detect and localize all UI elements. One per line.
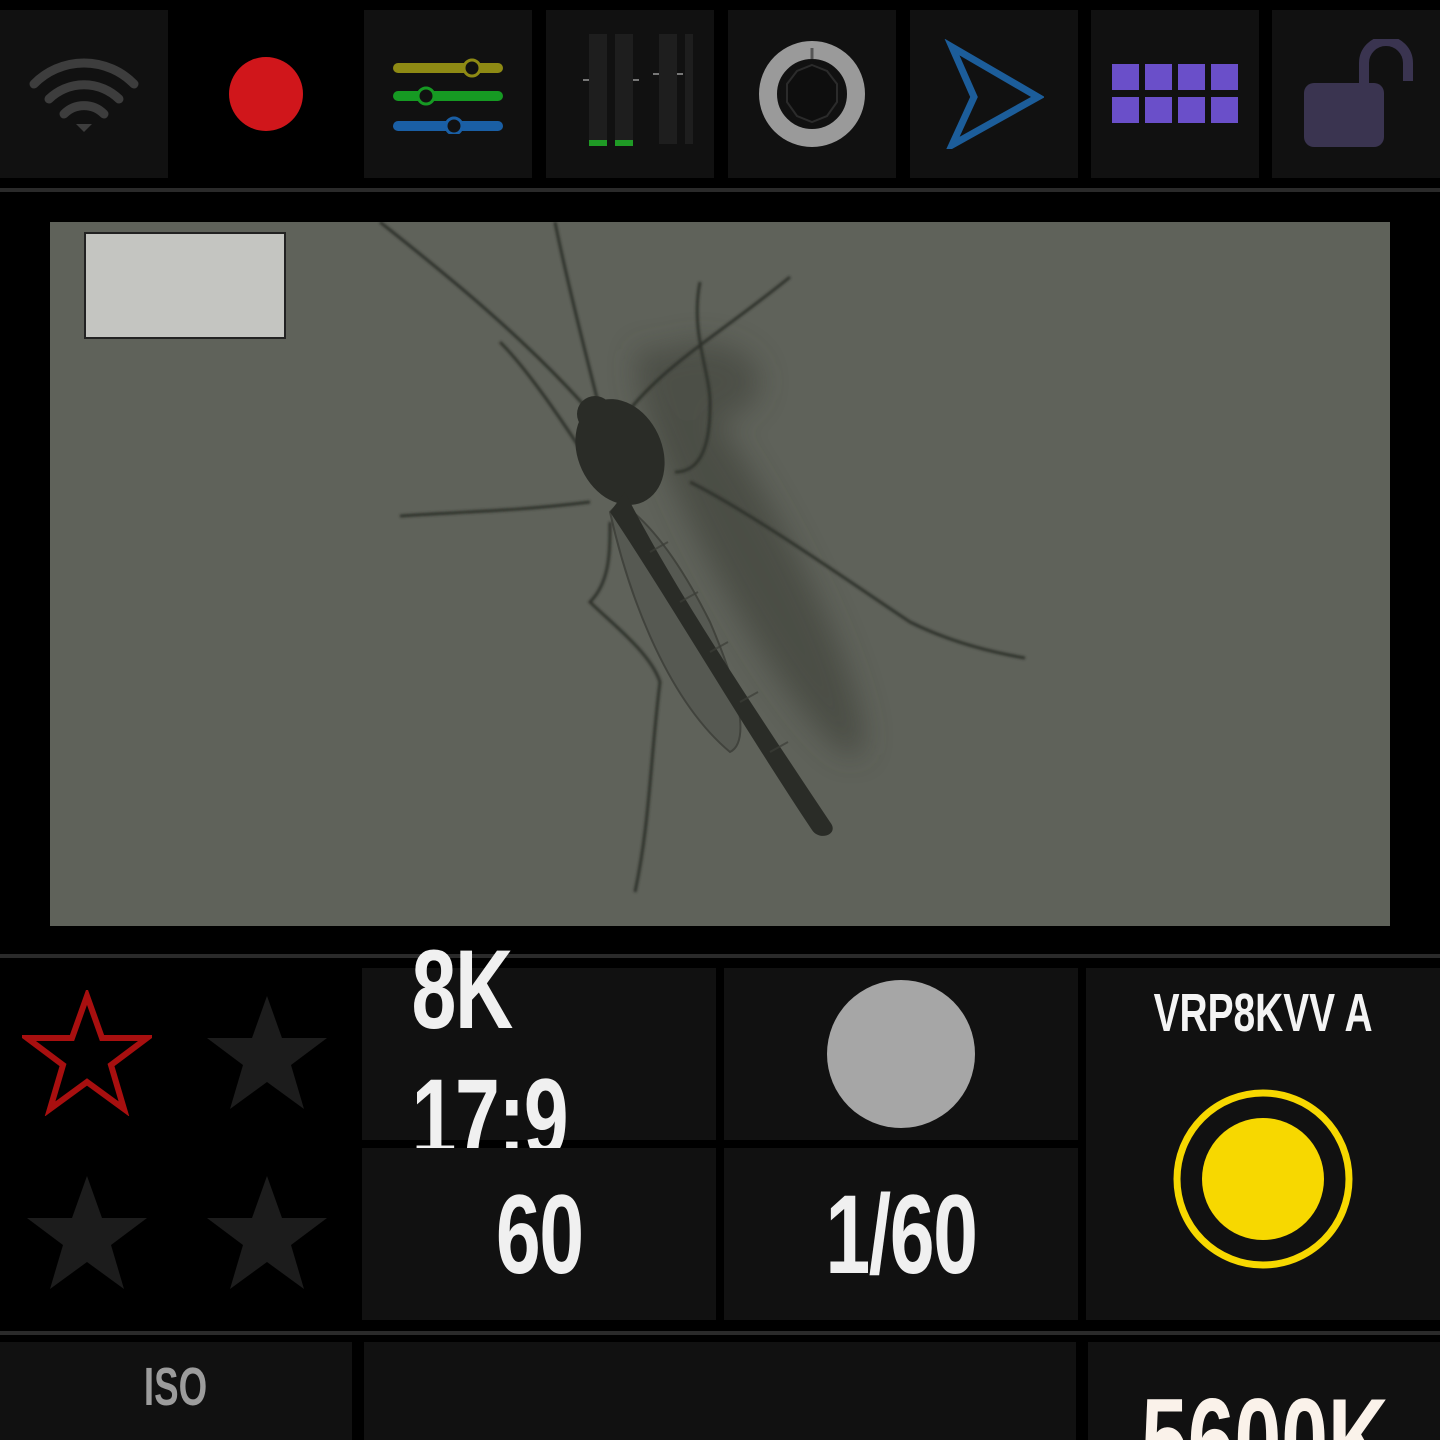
lens-button[interactable]: [728, 10, 896, 178]
thumbnail-overlay[interactable]: [84, 232, 286, 339]
record-icon: [229, 57, 303, 131]
white-balance-tile[interactable]: 5600K: [1088, 1342, 1440, 1440]
navigate-button[interactable]: [910, 10, 1078, 178]
wifi-button[interactable]: [0, 10, 168, 178]
star-icon: [207, 996, 327, 1109]
audio-meters-button[interactable]: [546, 10, 714, 178]
grid-icon: [1112, 64, 1238, 123]
framerate-value: 60: [495, 1171, 584, 1297]
white-balance-value: 5600K: [1141, 1372, 1389, 1440]
settings-divider: [0, 1331, 1440, 1335]
unlock-icon: [1304, 39, 1413, 147]
sliders-icon: [393, 58, 503, 134]
camera-select-tile[interactable]: VRP8KVV A: [1086, 968, 1440, 1320]
camera-name: VRP8KVV A: [1153, 983, 1373, 1043]
star-rating-3[interactable]: [12, 1158, 162, 1308]
resolution-tile[interactable]: 8K 17:9: [362, 927, 716, 1181]
lock-button[interactable]: [1272, 10, 1440, 178]
shutter-tile[interactable]: 1/60: [724, 1148, 1078, 1320]
camera-status-icon: [1173, 1089, 1353, 1269]
star-icon: [207, 1176, 327, 1289]
star-rating-4[interactable]: [192, 1158, 342, 1308]
iso-tile[interactable]: ISO: [0, 1342, 352, 1440]
star-rating-1[interactable]: [12, 978, 162, 1128]
color-sliders-button[interactable]: [364, 10, 532, 178]
lens-ring-icon: [759, 41, 865, 147]
top-toolbar: [0, 0, 1440, 186]
record-button[interactable]: [182, 10, 350, 178]
iris-tile[interactable]: [724, 968, 1078, 1140]
camera-preview[interactable]: [50, 222, 1390, 926]
shutter-value: 1/60: [825, 1171, 978, 1297]
grid-button[interactable]: [1091, 10, 1259, 178]
resolution-value: 8K 17:9: [411, 927, 569, 1181]
gray-circle-icon: [827, 980, 975, 1128]
iso-label: ISO: [144, 1357, 208, 1417]
star-icon: [27, 1176, 147, 1289]
empty-control-tile[interactable]: [364, 1342, 1076, 1440]
star-outline-icon: [22, 990, 152, 1116]
audio-meter-icon: [583, 34, 693, 146]
send-arrow-icon: [944, 39, 1044, 149]
framerate-tile[interactable]: 60: [362, 1148, 716, 1320]
viewer-divider: [0, 954, 1440, 958]
toolbar-divider: [0, 188, 1440, 192]
star-rating-2[interactable]: [192, 978, 342, 1128]
wifi-icon: [29, 58, 139, 132]
